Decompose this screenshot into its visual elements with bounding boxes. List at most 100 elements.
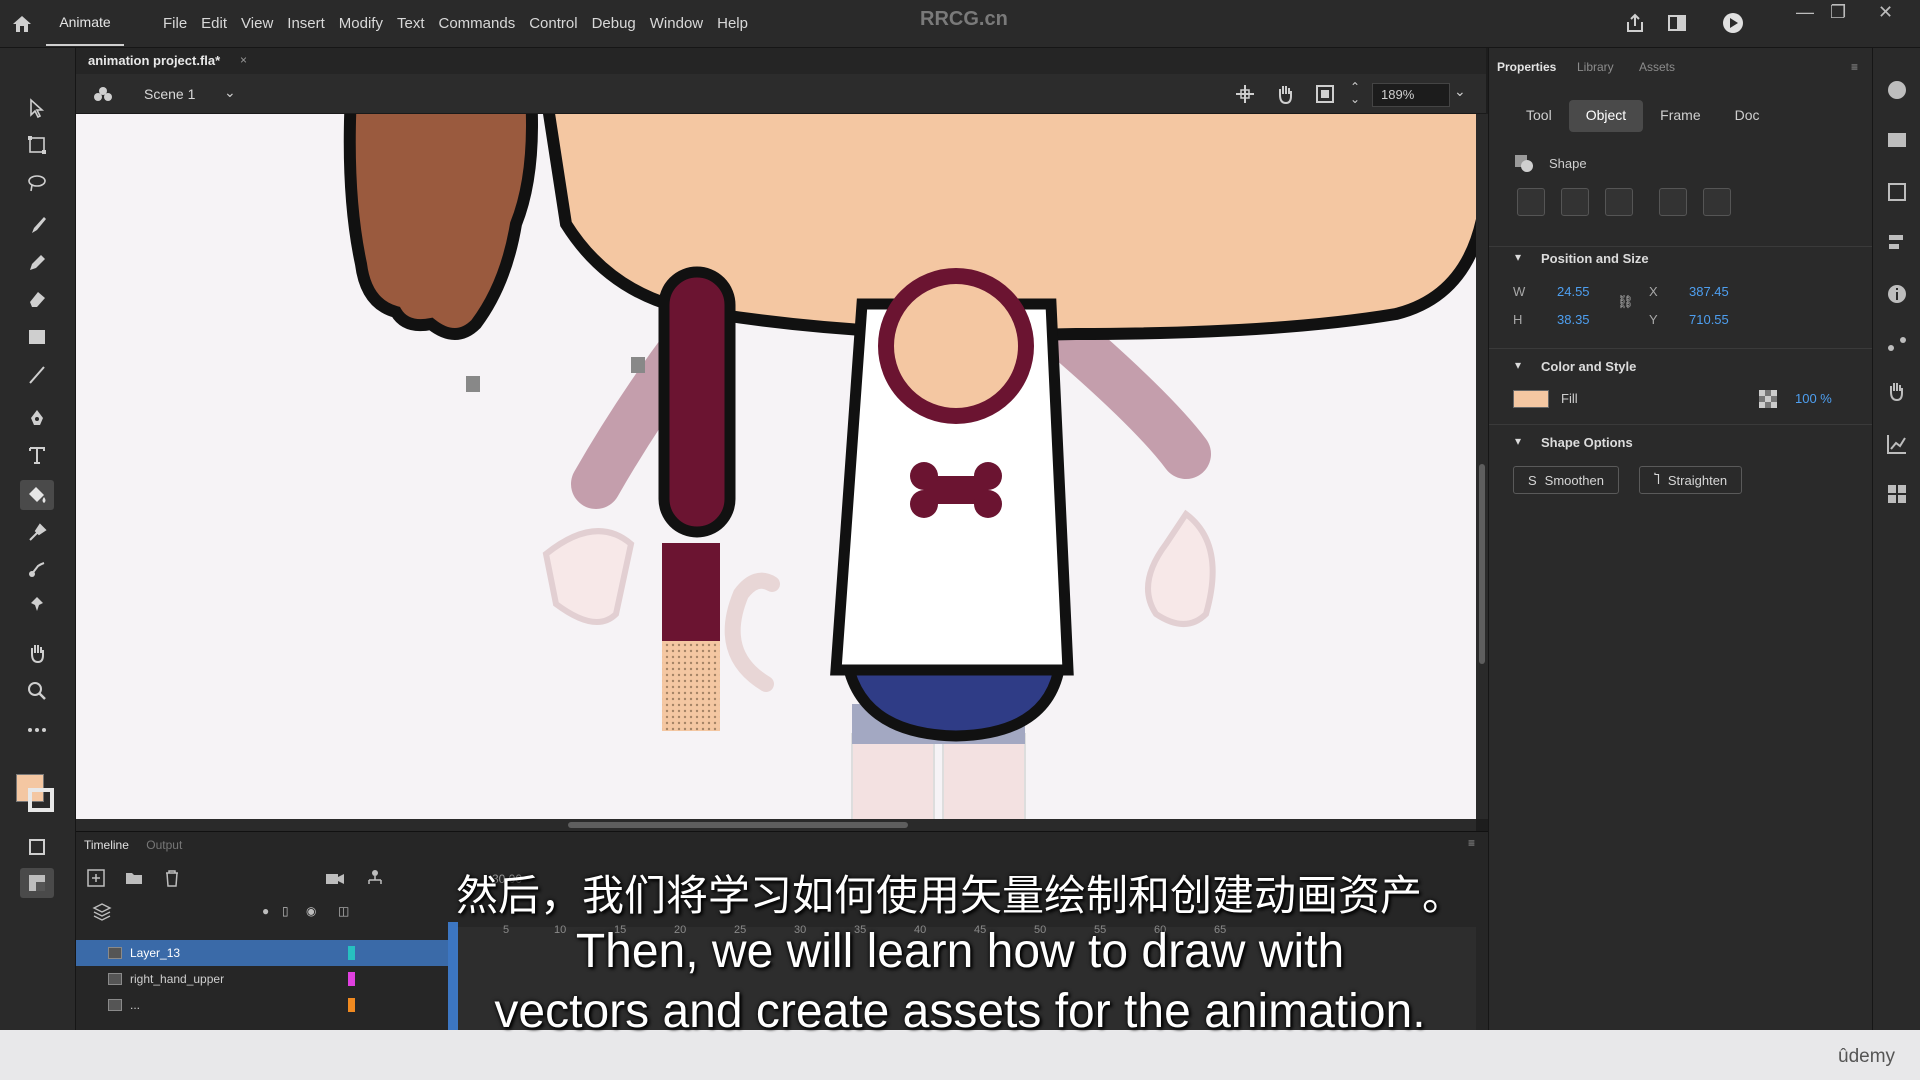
- subtab-tool[interactable]: Tool: [1509, 100, 1569, 132]
- tab-properties[interactable]: Properties: [1497, 60, 1556, 74]
- menu-modify[interactable]: Modify: [332, 15, 390, 32]
- width-label: W: [1513, 284, 1526, 299]
- bucket-cursor: [466, 376, 480, 392]
- rotate-stage-icon[interactable]: [1274, 83, 1296, 105]
- scene-selector[interactable]: Scene 1: [144, 86, 195, 102]
- menu-insert[interactable]: Insert: [280, 15, 332, 32]
- height-value[interactable]: 38.35: [1557, 312, 1590, 327]
- menu-control[interactable]: Control: [522, 15, 584, 32]
- tab-output[interactable]: Output: [146, 838, 182, 852]
- menu-help[interactable]: Help: [710, 15, 755, 32]
- line-tool-icon[interactable]: [20, 360, 54, 390]
- bucket-cursor-2: [631, 357, 645, 373]
- document-tab[interactable]: animation project.fla*: [88, 53, 220, 68]
- pin-tool-icon[interactable]: [20, 590, 54, 620]
- align-icon[interactable]: [1517, 188, 1545, 216]
- fit-stage-icon[interactable]: ⌃ ⌄: [1350, 81, 1360, 105]
- straighten-button[interactable]: Ⴈ Straighten: [1639, 466, 1743, 494]
- play-icon[interactable]: [1722, 12, 1744, 34]
- rectangle-tool-icon[interactable]: [20, 322, 54, 352]
- properties-panel-icon[interactable]: [1885, 78, 1909, 102]
- components-panel-icon[interactable]: [1885, 380, 1909, 404]
- shape-icon: [1513, 153, 1535, 173]
- vertical-scrollbar[interactable]: [1476, 114, 1488, 819]
- smoothen-button[interactable]: S Smoothen: [1513, 466, 1619, 494]
- alpha-checker-icon: [1759, 390, 1777, 408]
- subtab-doc[interactable]: Doc: [1718, 100, 1777, 132]
- clip-stage-icon[interactable]: [1314, 83, 1336, 105]
- section-color-style[interactable]: ▾ Color and Style: [1489, 356, 1873, 380]
- bone-tool-icon[interactable]: [20, 554, 54, 584]
- subtab-object[interactable]: Object: [1568, 100, 1644, 132]
- lock-ratio-icon[interactable]: ⛓: [1617, 294, 1634, 310]
- stroke-color-swatch[interactable]: [28, 788, 54, 812]
- fill-color-swatch[interactable]: [1513, 390, 1549, 408]
- workspace-icon[interactable]: [1666, 12, 1688, 34]
- tab-timeline[interactable]: Timeline: [84, 838, 129, 852]
- subtab-frame[interactable]: Frame: [1643, 100, 1717, 132]
- align-panel-icon[interactable]: [1885, 230, 1909, 254]
- free-transform-tool-icon[interactable]: [20, 130, 54, 160]
- pen-tool-icon[interactable]: [20, 404, 54, 434]
- straighten-label: Straighten: [1667, 472, 1728, 488]
- text-tool-icon[interactable]: [20, 440, 54, 470]
- watermark-title: RRCG.cn: [920, 8, 1008, 30]
- menu-commands[interactable]: Commands: [432, 15, 523, 32]
- chevron-down-icon: ▾: [1515, 434, 1522, 448]
- match-size-icon[interactable]: [1605, 188, 1633, 216]
- stage-canvas[interactable]: [76, 114, 1476, 819]
- more-tools-icon[interactable]: [20, 715, 54, 745]
- divider: [1489, 348, 1873, 349]
- break-apart-icon[interactable]: [1659, 188, 1687, 216]
- zoom-tool-icon[interactable]: [20, 676, 54, 706]
- brush-tool-icon[interactable]: [20, 210, 54, 240]
- transform-panel-icon[interactable]: [1885, 180, 1909, 204]
- hand-tool-icon[interactable]: [20, 638, 54, 668]
- selection-tool-icon[interactable]: [20, 93, 54, 123]
- panel-menu-icon[interactable]: ≡: [1851, 60, 1858, 74]
- object-drawing-icon[interactable]: [20, 832, 54, 862]
- scroll-thumb[interactable]: [568, 822, 908, 828]
- motion-presets-icon[interactable]: [1885, 332, 1909, 356]
- center-stage-icon[interactable]: [1234, 83, 1256, 105]
- library-panel-icon[interactable]: [1885, 128, 1909, 152]
- info-panel-icon[interactable]: [1885, 282, 1909, 306]
- menu-edit[interactable]: Edit: [194, 15, 234, 32]
- horizontal-scrollbar[interactable]: [76, 819, 1476, 831]
- subtitle-english-line1: Then, we will learn how to draw with: [575, 925, 1345, 978]
- eraser-tool-icon[interactable]: [20, 284, 54, 314]
- alpha-value[interactable]: 100 %: [1795, 391, 1832, 406]
- close-tab-icon[interactable]: ×: [240, 53, 247, 67]
- app-name-tab[interactable]: Animate: [46, 0, 124, 46]
- section-shape-options[interactable]: ▾ Shape Options: [1489, 432, 1873, 456]
- pencil-tool-icon[interactable]: [20, 248, 54, 278]
- motion-editor-icon[interactable]: [1885, 432, 1909, 456]
- scroll-thumb[interactable]: [1479, 464, 1485, 664]
- paint-bucket-tool-icon[interactable]: [20, 480, 54, 510]
- swatches-panel-icon[interactable]: [1885, 482, 1909, 506]
- tab-library[interactable]: Library: [1577, 60, 1614, 74]
- distribute-icon[interactable]: [1561, 188, 1589, 216]
- restore-icon[interactable]: ❐: [1830, 2, 1846, 23]
- menu-window[interactable]: Window: [643, 15, 710, 32]
- convert-symbol-icon[interactable]: [1703, 188, 1731, 216]
- menu-view[interactable]: View: [234, 15, 280, 32]
- tab-assets[interactable]: Assets: [1639, 60, 1675, 74]
- zoom-dropdown-icon[interactable]: ⌄: [1454, 83, 1466, 100]
- section-position-size[interactable]: ▾ Position and Size: [1489, 248, 1873, 272]
- panel-menu-icon[interactable]: ≡: [1468, 836, 1475, 850]
- y-value[interactable]: 710.55: [1689, 312, 1729, 327]
- x-value[interactable]: 387.45: [1689, 284, 1729, 299]
- menu-debug[interactable]: Debug: [585, 15, 643, 32]
- menu-file[interactable]: File: [156, 15, 194, 32]
- chevron-down-icon[interactable]: ⌄: [224, 84, 236, 101]
- share-icon[interactable]: [1624, 12, 1646, 34]
- close-icon[interactable]: ✕: [1878, 2, 1893, 23]
- lasso-tool-icon[interactable]: [20, 168, 54, 198]
- menu-text[interactable]: Text: [390, 15, 432, 32]
- minimize-icon[interactable]: —: [1796, 2, 1814, 23]
- zoom-input[interactable]: 189%: [1372, 83, 1450, 107]
- eyedropper-tool-icon[interactable]: [20, 518, 54, 548]
- home-icon[interactable]: [10, 12, 34, 36]
- width-value[interactable]: 24.55: [1557, 284, 1590, 299]
